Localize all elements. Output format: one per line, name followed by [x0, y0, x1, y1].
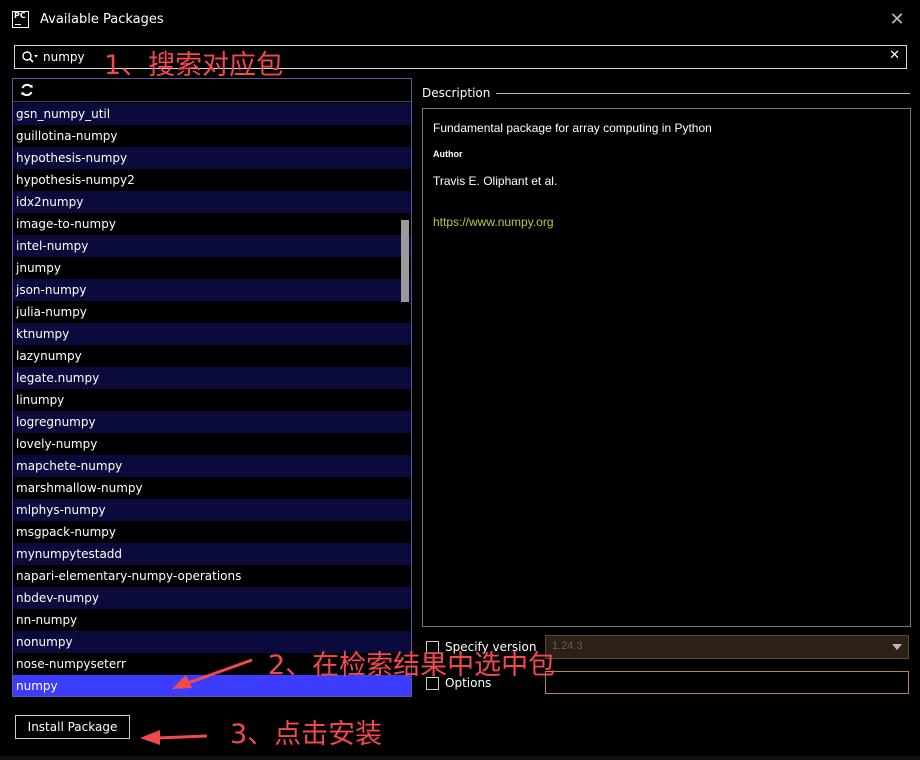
pycharm-app-icon: PC	[12, 11, 29, 28]
package-list-item[interactable]: jnumpy	[13, 257, 411, 279]
package-list-item[interactable]: guillotina-numpy	[13, 125, 411, 147]
package-list-item[interactable]: ktnumpy	[13, 323, 411, 345]
package-list: gsn_numpy_util guillotina-numpy hypothesis…	[13, 103, 411, 696]
package-list-item[interactable]: hypothesis-numpy	[13, 147, 411, 169]
author-name: Travis E. Oliphant et al.	[433, 174, 558, 188]
package-list-item[interactable]: lovely-numpy	[13, 433, 411, 455]
homepage-link[interactable]: https://www.numpy.org	[433, 215, 554, 229]
package-list-item[interactable]: legate.numpy	[13, 367, 411, 389]
arrow-to-install-button	[140, 730, 208, 745]
author-label: Author	[433, 149, 463, 159]
arrow-to-selected-package	[172, 658, 253, 689]
package-list-item[interactable]: marshmallow-numpy	[13, 477, 411, 499]
package-list-item[interactable]: nn-numpy	[13, 609, 411, 631]
package-list-item[interactable]: idx2numpy	[13, 191, 411, 213]
window-title: Available Packages	[40, 12, 164, 27]
install-package-label: Install Package	[27, 720, 118, 734]
search-icon[interactable]	[21, 50, 39, 64]
description-header: Description	[422, 86, 491, 100]
package-list-item[interactable]: mynumpytestadd	[13, 543, 411, 565]
description-divider	[496, 93, 910, 94]
app-icon-text: PC	[14, 11, 26, 20]
refresh-toolbar	[13, 79, 411, 102]
package-list-item[interactable]: napari-elementary-numpy-operations	[13, 565, 411, 587]
package-list-item[interactable]: image-to-numpy	[13, 213, 411, 235]
clear-search-icon[interactable]: ✕	[889, 48, 900, 63]
version-value: 1.24.3	[552, 640, 583, 652]
annotation-step3: 3、点击安装	[230, 719, 383, 750]
close-button[interactable]: ✕	[886, 8, 908, 30]
package-list-item[interactable]: julia-numpy	[13, 301, 411, 323]
package-list-scrollbar[interactable]	[401, 220, 409, 302]
package-summary: Fundamental package for array computing …	[433, 121, 712, 135]
available-packages-window: PC Available Packages ✕ ✕ gsn_numpy_util…	[0, 0, 920, 760]
package-list-item[interactable]: json-numpy	[13, 279, 411, 301]
install-package-button[interactable]: Install Package	[15, 715, 130, 739]
bottom-edge	[0, 756, 920, 760]
app-icon-underline	[15, 24, 21, 25]
title-bar: PC Available Packages ✕	[0, 0, 920, 38]
description-panel: Fundamental package for array computing …	[422, 108, 911, 627]
annotation-step1: 1、搜索对应包	[104, 50, 284, 81]
version-select[interactable]: 1.24.3	[545, 635, 909, 659]
package-list-item[interactable]: hypothesis-numpy2	[13, 169, 411, 191]
package-list-item[interactable]: linumpy	[13, 389, 411, 411]
package-list-item[interactable]: nbdev-numpy	[13, 587, 411, 609]
annotation-step2: 2、在检索结果中选中包	[268, 650, 556, 681]
refresh-icon[interactable]	[19, 82, 35, 98]
package-list-item[interactable]: mlphys-numpy	[13, 499, 411, 521]
options-input[interactable]	[545, 671, 909, 694]
chevron-down-icon[interactable]	[886, 636, 908, 658]
package-list-item[interactable]: logregnumpy	[13, 411, 411, 433]
package-list-item[interactable]: intel-numpy	[13, 235, 411, 257]
dropdown-triangle	[892, 644, 902, 650]
package-list-panel[interactable]: gsn_numpy_util guillotina-numpy hypothesis…	[12, 78, 412, 697]
package-list-item[interactable]: mapchete-numpy	[13, 455, 411, 477]
package-list-item[interactable]: lazynumpy	[13, 345, 411, 367]
package-list-item[interactable]: gsn_numpy_util	[13, 103, 411, 125]
package-list-item[interactable]: msgpack-numpy	[13, 521, 411, 543]
